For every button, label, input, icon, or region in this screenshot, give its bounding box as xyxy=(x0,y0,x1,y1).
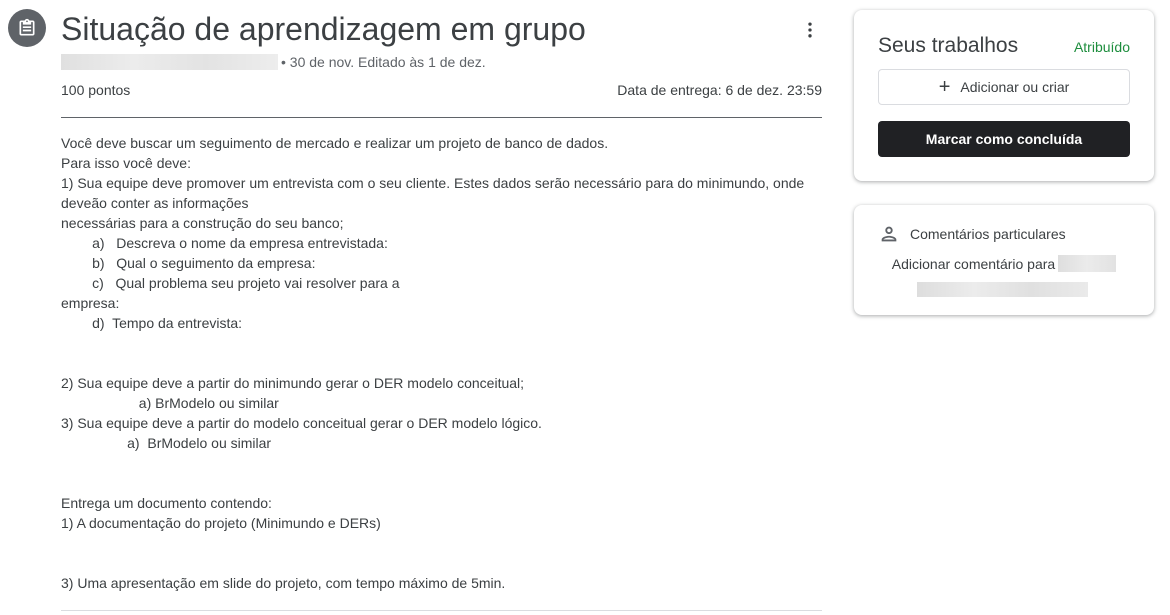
your-work-title: Seus trabalhos xyxy=(878,34,1019,57)
description-line xyxy=(61,553,826,573)
redacted-teacher-name-2 xyxy=(917,282,1088,297)
description-line: Entrega um documento contendo: xyxy=(61,495,272,511)
page-title: Situação de aprendizagem em grupo xyxy=(61,11,586,47)
mark-done-button[interactable]: Marcar como concluída xyxy=(878,121,1130,157)
your-work-card: Seus trabalhos Atribuído + Adicionar ou … xyxy=(854,10,1154,181)
description-line: d) Tempo da entrevista: xyxy=(61,315,243,331)
plus-icon: + xyxy=(938,76,951,98)
divider xyxy=(61,117,822,118)
more-options-icon[interactable] xyxy=(797,17,823,43)
person-icon xyxy=(881,226,897,242)
add-or-create-button[interactable]: + Adicionar ou criar xyxy=(878,69,1130,105)
due-date: Data de entrega: 6 de dez. 23:59 xyxy=(617,82,822,98)
description-line: necessárias para a construção do seu ban… xyxy=(61,215,344,231)
description-line: c) Qual problema seu projeto vai resolve… xyxy=(61,275,400,291)
add-comment-label: Adicionar comentário para xyxy=(891,255,1056,272)
description-line: a) BrModelo ou similar xyxy=(61,395,279,411)
description-line xyxy=(61,453,826,473)
description-line: Para isso você deve: xyxy=(61,155,191,171)
description-line: 1) A documentação do projeto (Minimundo … xyxy=(61,515,381,531)
add-or-create-label: Adicionar ou criar xyxy=(960,79,1070,95)
private-comments-header: Comentários particulares xyxy=(878,223,1066,245)
description-line: a) Descreva o nome da empresa entrevista… xyxy=(61,235,388,251)
description-line xyxy=(61,533,826,553)
description-line: 2) Sua equipe deve a partir do minimundo… xyxy=(61,375,525,391)
description-line: empresa: xyxy=(61,295,120,311)
assignment-description: Você deve buscar um seguimento de mercad… xyxy=(61,133,826,593)
redacted-teacher-name xyxy=(1058,255,1117,272)
private-comments-title: Comentários particulares xyxy=(910,226,1066,242)
private-comments-card: Comentários particulares Adicionar comen… xyxy=(854,205,1154,315)
assignment-icon xyxy=(8,9,46,47)
posted-date: • 30 de nov. Editado às 1 de dez. xyxy=(281,54,486,70)
description-line: Você deve buscar um seguimento de mercad… xyxy=(61,135,609,151)
description-line: b) Qual o seguimento da empresa: xyxy=(61,255,316,271)
redacted-author xyxy=(61,54,278,70)
description-line: 1) Sua equipe deve promover um entrevist… xyxy=(61,175,809,211)
description-line xyxy=(61,353,826,373)
description-line xyxy=(61,473,826,493)
assignment-meta: • 30 de nov. Editado às 1 de dez. xyxy=(61,54,486,70)
add-comment-link[interactable]: Adicionar comentário para xyxy=(854,255,1154,272)
description-line: 3) Sua equipe deve a partir do modelo co… xyxy=(61,415,542,431)
points: 100 pontos xyxy=(61,82,131,98)
description-line: 3) Uma apresentação em slide do projeto,… xyxy=(61,575,506,591)
divider-bottom xyxy=(61,610,822,611)
status-badge: Atribuído xyxy=(1073,39,1130,55)
description-line xyxy=(61,333,826,353)
description-line: a) BrModelo ou similar xyxy=(61,435,272,451)
